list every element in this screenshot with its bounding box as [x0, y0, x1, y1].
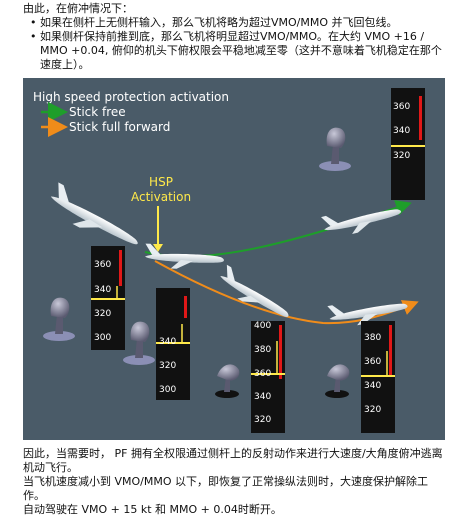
aircraft-icon — [321, 209, 402, 235]
tape-label: 320 — [159, 361, 177, 371]
footer-paragraph-3: 自动驾驶在 VMO + 15 kt 和 MMO + 0.04时断开。 — [23, 503, 282, 516]
tape-label: 320 — [393, 151, 411, 161]
tape-label: 320 — [254, 415, 272, 425]
tape-label: 400 — [254, 321, 272, 331]
tape-label: 360 — [94, 260, 112, 270]
bullet-item-1: • 如果在侧杆上无侧杆输入，那么飞机将略为超过VMO/MMO 并飞回包线。 — [30, 16, 450, 30]
footer-paragraph-2: 当飞机速度减小到 VMO/MMO 以下，即恢复了正常操纵法则时，大速度保护解除工… — [23, 475, 429, 502]
stick-free-path — [144, 200, 412, 258]
hsp-diagram: High speed protection activation Stick f… — [23, 78, 445, 440]
aircraft-icon — [220, 264, 289, 317]
tape-label: 300 — [94, 333, 112, 343]
sidestick-icon — [325, 364, 350, 398]
tape-label: 340 — [364, 381, 382, 391]
tape-label: 380 — [364, 333, 382, 343]
intro-heading: 由此，在俯冲情况下： — [23, 2, 133, 15]
sidestick-icon — [123, 321, 155, 365]
footer-paragraph-1: 因此，当需要时， PF 拥有全权限通过侧杆上的反射动作来进行大速度/大角度俯冲逃… — [23, 447, 443, 474]
tape-label: 340 — [393, 126, 411, 136]
tape-label: 300 — [159, 385, 177, 395]
tape-label: 360 — [254, 369, 272, 379]
legend-stick-free-label: Stick free — [69, 105, 126, 119]
sidestick-icon — [319, 127, 351, 171]
bullet-text: 如果侧杆保持前推到底，那么飞机将明显超过VMO/MMO。在大约 VMO +16 … — [40, 30, 442, 71]
tape-label: 320 — [364, 405, 382, 415]
tape-label: 360 — [393, 102, 411, 112]
bullet-text: 如果在侧杆上无侧杆输入，那么飞机将略为超过VMO/MMO 并飞回包线。 — [40, 16, 398, 29]
tape-label: 340 — [94, 285, 112, 295]
legend-stick-forward-label: Stick full forward — [69, 120, 171, 134]
sidestick-icon — [215, 364, 240, 398]
tape-label: 380 — [254, 345, 272, 355]
sidestick-icon — [43, 297, 75, 341]
bullet-dot: • — [30, 16, 37, 29]
tape-label: 340 — [254, 392, 272, 402]
bullet-item-2: • 如果侧杆保持前推到底，那么飞机将明显超过VMO/MMO。在大约 VMO +1… — [30, 30, 450, 72]
bullet-dot: • — [30, 30, 37, 43]
hsp-activation-label: Activation — [131, 190, 192, 204]
tape-label: 360 — [364, 357, 382, 367]
tape-label: 320 — [94, 309, 112, 319]
hsp-label: HSP — [149, 175, 173, 189]
tape-label: 340 — [159, 337, 177, 347]
